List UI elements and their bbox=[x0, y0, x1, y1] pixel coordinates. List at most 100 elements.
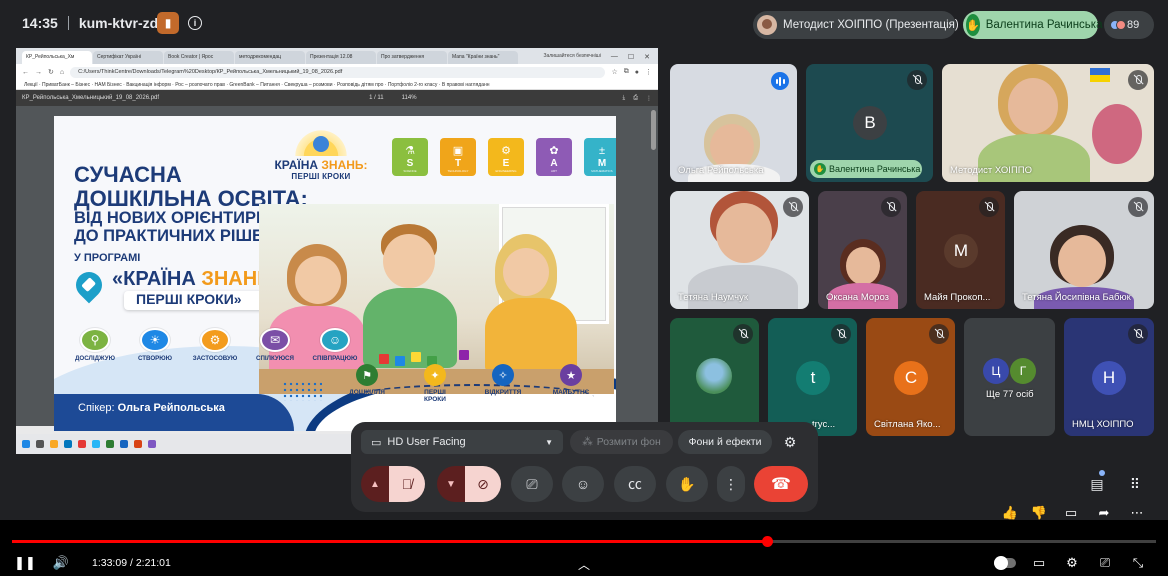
blur-icon: ⁂ bbox=[582, 436, 593, 448]
mic-options-chevron-up-icon[interactable]: ▲ bbox=[361, 466, 389, 502]
minimize-icon[interactable]: — bbox=[611, 53, 618, 61]
powerpoint-icon[interactable] bbox=[134, 440, 142, 448]
volume-icon[interactable]: 🔊 bbox=[50, 554, 72, 572]
close-icon[interactable]: ✕ bbox=[644, 53, 650, 61]
chevron-up-icon[interactable]: ︿ bbox=[578, 556, 590, 573]
forward-icon[interactable]: → bbox=[35, 69, 42, 76]
participant-tile[interactable]: В ✋ Валентина Рачинська bbox=[806, 64, 933, 182]
pdf-download-icon[interactable]: ⤓ bbox=[623, 95, 626, 102]
mic-off-button[interactable]: 🎙̸ bbox=[389, 466, 425, 502]
door-icon[interactable]: ▮ bbox=[157, 12, 179, 34]
more-actions-icon[interactable]: ⋯ bbox=[1127, 503, 1147, 523]
leave-call-button[interactable]: ☎ bbox=[754, 466, 808, 502]
video-progress-bar[interactable] bbox=[12, 536, 1156, 547]
word-icon[interactable] bbox=[120, 440, 128, 448]
pdf-print-icon[interactable]: ⎙ bbox=[633, 95, 638, 102]
excel-icon[interactable] bbox=[106, 440, 114, 448]
participant-tile[interactable]: Ольга Рейпольська bbox=[670, 64, 797, 182]
browser-tab[interactable]: Презентація 12.08 bbox=[306, 51, 376, 64]
participant-tile[interactable] bbox=[670, 318, 759, 436]
captions-button[interactable]: ㏄ bbox=[614, 466, 656, 502]
pdf-scrollbar[interactable] bbox=[651, 110, 656, 150]
like-icon[interactable]: 👍 bbox=[1000, 503, 1020, 523]
participant-tile[interactable]: Тетяна Йосипівна Бабюк bbox=[1014, 191, 1154, 309]
camera-select[interactable]: ▭ HD User Facing ▼ bbox=[361, 430, 563, 454]
mic-off-icon bbox=[1128, 70, 1148, 90]
viber-icon[interactable] bbox=[148, 440, 156, 448]
browser-tab[interactable]: КР_Рейпольська_Хм bbox=[22, 51, 92, 64]
extensions-icon[interactable]: ⧉ bbox=[624, 68, 629, 76]
cast-icon[interactable]: ⎚ bbox=[1096, 554, 1114, 572]
fullscreen-exit-icon[interactable]: ⤡ bbox=[1129, 554, 1147, 572]
backgrounds-effects-button[interactable]: Фони й ефекти bbox=[678, 430, 772, 454]
browser-tab[interactable]: Book Creator | Ярос bbox=[164, 51, 234, 64]
participant-tile[interactable]: Методист ХОІППО bbox=[942, 64, 1154, 182]
blur-background-button[interactable]: ⁂ Розмити фон bbox=[570, 430, 673, 454]
gear-icon[interactable]: ⚙ bbox=[779, 431, 801, 453]
pdf-filename: КР_Рейпольська_Хмельницький_19_08_2026.p… bbox=[22, 95, 160, 101]
info-icon[interactable]: i bbox=[188, 16, 202, 30]
autoplay-toggle[interactable] bbox=[993, 554, 1017, 572]
mail-icon[interactable] bbox=[64, 440, 72, 448]
journey-icon: ✧ bbox=[492, 364, 514, 386]
emoji-reaction-button[interactable]: ☺ bbox=[562, 466, 604, 502]
start-icon[interactable] bbox=[22, 440, 30, 448]
apps-grid-icon[interactable]: ⠿ bbox=[1120, 469, 1150, 499]
camera-icon: ▭ bbox=[371, 436, 382, 449]
url-field[interactable]: C:/Users/ThinkCentre/Downloads/Telegram%… bbox=[70, 66, 606, 78]
window-controls: Залишайтеся безпечніші — ☐ ✕ bbox=[543, 53, 658, 64]
pdf-page-indicator[interactable]: 1 / 11 bbox=[369, 95, 384, 101]
browser-menu-icon[interactable]: ⋮ bbox=[645, 68, 652, 76]
participant-tile[interactable]: Тетяна Наумчук bbox=[670, 191, 809, 309]
chrome-icon[interactable] bbox=[78, 440, 86, 448]
camera-options-chevron-down-icon[interactable]: ▼ bbox=[437, 466, 465, 502]
chat-icon[interactable]: ▤ bbox=[1082, 469, 1112, 499]
home-icon[interactable]: ⌂ bbox=[60, 69, 64, 76]
telegram-icon[interactable] bbox=[92, 440, 100, 448]
profile-icon[interactable]: ● bbox=[635, 69, 639, 76]
video-scrubber-handle[interactable] bbox=[762, 536, 773, 547]
participant-tile[interactable]: t trус... bbox=[768, 318, 857, 436]
bookmarks-bar[interactable]: Лекції · ПриватБанк – Бізнес · НАМ Бізне… bbox=[16, 80, 658, 90]
chevron-down-icon: ▼ bbox=[545, 437, 553, 447]
journey-step: ✧ ВІДКРИТТЯ bbox=[480, 364, 526, 404]
dislike-icon[interactable]: 👎 bbox=[1029, 503, 1049, 523]
steam-letter: E bbox=[502, 158, 510, 169]
present-screen-button[interactable]: ⎚ bbox=[511, 466, 553, 502]
browser-tab[interactable]: методрекомендац bbox=[235, 51, 305, 64]
participant-name: НМЦ ХОІППО bbox=[1072, 419, 1134, 430]
participant-tile[interactable]: Н НМЦ ХОІППО bbox=[1064, 318, 1154, 436]
bookmark-star-icon[interactable]: ☆ bbox=[611, 68, 617, 76]
pause-icon[interactable]: ❚❚ bbox=[14, 554, 36, 572]
browser-tab[interactable]: Сертифікат Україні bbox=[93, 51, 163, 64]
file-explorer-icon[interactable] bbox=[50, 440, 58, 448]
subtitles-icon[interactable]: ▭ bbox=[1030, 554, 1048, 572]
more-options-button[interactable]: ⋮ bbox=[717, 466, 745, 502]
raised-hand-pill[interactable]: ✋ Валентина Рачинська bbox=[963, 11, 1102, 39]
participant-tile[interactable]: М Майя Прокоп... bbox=[916, 191, 1005, 309]
presenter-pill[interactable]: Методист ХОІППО (Презентація) bbox=[753, 11, 959, 39]
search-icon[interactable] bbox=[36, 440, 44, 448]
participant-count-pill[interactable]: 89 bbox=[1104, 11, 1154, 39]
camera-select-value: HD User Facing bbox=[387, 436, 466, 448]
participant-name: Тетяна Наумчук bbox=[678, 292, 748, 303]
browser-tab[interactable]: Мапа "Країни знань" bbox=[448, 51, 518, 64]
mic-off-icon bbox=[783, 197, 803, 217]
comment-icon[interactable]: ▭ bbox=[1061, 503, 1081, 523]
pdf-menu-icon[interactable]: ⋮ bbox=[646, 95, 652, 102]
back-icon[interactable]: ← bbox=[22, 69, 29, 76]
participant-tile[interactable]: Оксана Мороз bbox=[818, 191, 907, 309]
journey-icon: ⚑ bbox=[356, 364, 378, 386]
raise-hand-button[interactable]: ✋ bbox=[666, 466, 708, 502]
maximize-icon[interactable]: ☐ bbox=[628, 53, 634, 61]
pdf-zoom[interactable]: 114% bbox=[402, 95, 417, 101]
journey-label: ВІДКРИТТЯ bbox=[484, 389, 522, 396]
steam-tile-m: ± M MATHEMATICS bbox=[584, 138, 616, 176]
browser-tab[interactable]: Про затвердження bbox=[377, 51, 447, 64]
more-participants-tile[interactable]: Ц Г Ще 77 осіб bbox=[964, 318, 1055, 436]
share-icon[interactable]: ➦ bbox=[1094, 503, 1114, 523]
settings-icon[interactable]: ⚙ bbox=[1063, 554, 1081, 572]
participant-tile[interactable]: С Світлана Яко... bbox=[866, 318, 955, 436]
camera-off-button[interactable]: ⊘ bbox=[465, 466, 501, 502]
reload-icon[interactable]: ↻ bbox=[48, 68, 54, 76]
